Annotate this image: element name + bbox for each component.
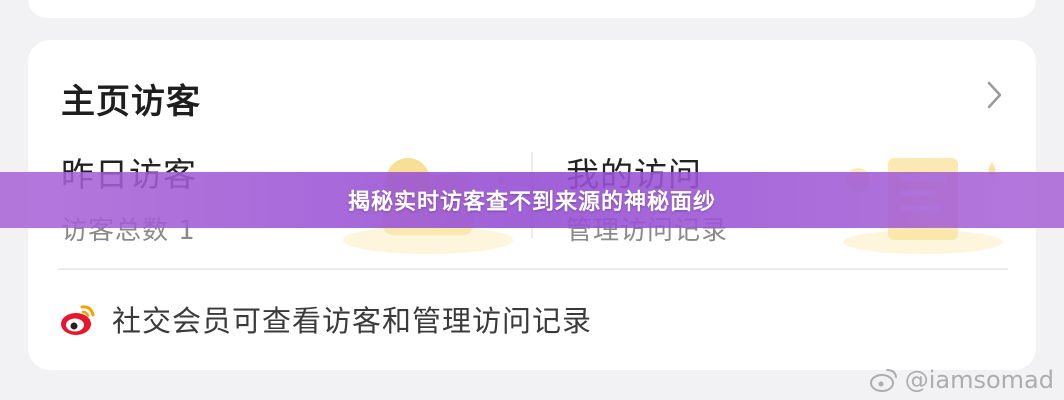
row-divider — [58, 268, 1008, 270]
watermark-text: @iamsomad — [904, 366, 1054, 394]
membership-promo[interactable]: 社交会员可查看访客和管理访问记录 — [58, 298, 592, 340]
chevron-right-icon[interactable] — [980, 80, 1010, 110]
watermark: @iamsomad — [869, 366, 1054, 394]
membership-promo-text: 社交会员可查看访客和管理访问记录 — [112, 304, 593, 338]
title-banner: 揭秘实时访客查不到来源的神秘面纱 — [0, 172, 1064, 228]
weibo-watermark-icon — [869, 369, 897, 392]
card-title: 主页访客 — [61, 82, 201, 122]
previous-card — [28, 0, 1036, 18]
banner-title: 揭秘实时访客查不到来源的神秘面纱 — [347, 190, 716, 215]
weibo-icon — [61, 305, 95, 335]
